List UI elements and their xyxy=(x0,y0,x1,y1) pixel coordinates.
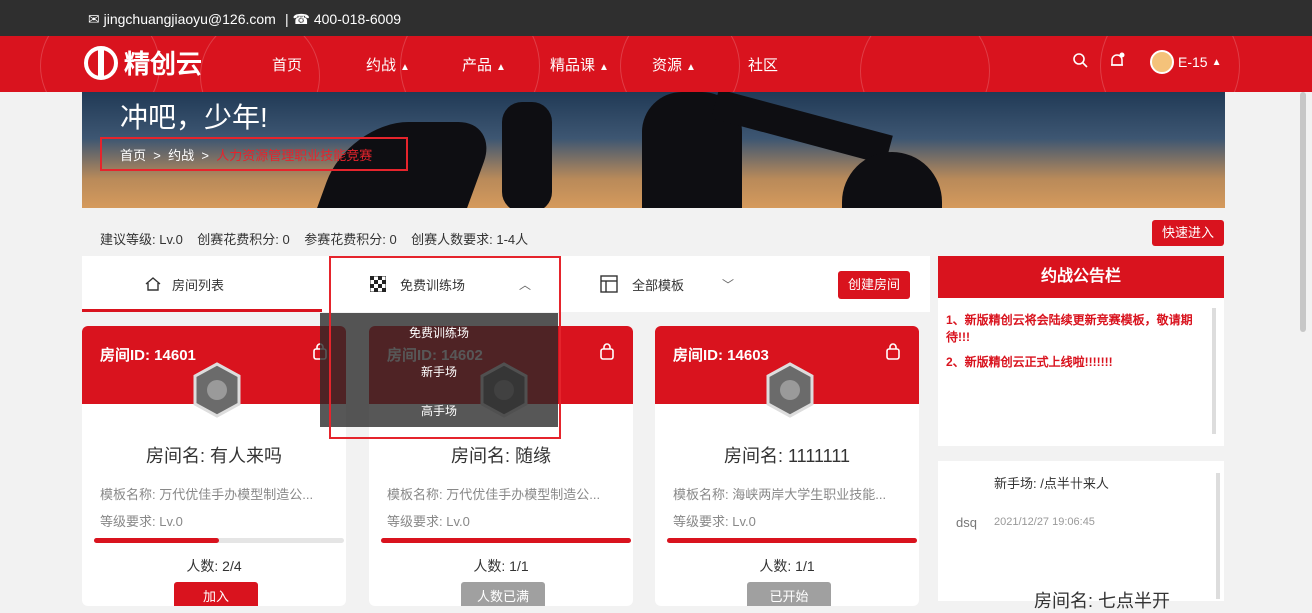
room-capacity-bar xyxy=(94,538,344,543)
brand-logo[interactable]: 精创云 xyxy=(84,44,202,81)
tab-all-templates[interactable]: 全部模板 ﹀ xyxy=(600,256,734,312)
phone-contact: | ☎ 400-018-6009 xyxy=(285,11,402,27)
active-tab-indicator xyxy=(82,309,322,312)
breadcrumb-battle[interactable]: 约战 xyxy=(168,148,194,163)
email-text: jingchuangjiaoyu@126.com xyxy=(103,11,276,27)
brand-name: 精创云 xyxy=(124,49,203,79)
tab-room-list-label: 房间列表 xyxy=(172,277,225,293)
room-id: 房间ID: 14603 xyxy=(673,347,769,364)
announcement-item: 2、新版精创云正式上线啦!!!!!!! xyxy=(946,355,1113,369)
user-menu[interactable]: E-15 ▲ xyxy=(1150,50,1221,74)
tab-all-templates-label: 全部模板 xyxy=(632,277,685,293)
room-capacity-fill xyxy=(381,538,631,543)
page-scrollbar[interactable] xyxy=(1300,92,1306,332)
nav-courses-label: 精品课 xyxy=(550,57,596,74)
room-full-button[interactable]: 人数已满 xyxy=(461,582,545,606)
banner-silhouette xyxy=(502,102,552,208)
home-icon xyxy=(145,277,161,291)
room-capacity-bar xyxy=(667,538,917,543)
info-join-cost: 参赛花费积分: 0 xyxy=(304,232,397,247)
room-level: 等级要求: Lv.0 xyxy=(100,514,183,529)
room-player-count: 人数: 1/1 xyxy=(473,558,529,574)
chevron-down-icon: ﹀ xyxy=(722,277,735,292)
lock-icon xyxy=(600,343,614,360)
breadcrumb: 首页 > 约战 > 人力资源管理职业技能竞赛 xyxy=(100,137,408,171)
banner-silhouette xyxy=(842,152,942,208)
room-name: 房间名: 有人来吗 xyxy=(145,446,282,466)
competition-info: 建议等级: Lv.0 创赛花费积分: 0 参赛花费积分: 0 创赛人数要求: 1… xyxy=(100,229,528,248)
nav-resources-label: 资源 xyxy=(652,57,683,74)
started-button[interactable]: 已开始 xyxy=(747,582,831,606)
breadcrumb-home[interactable]: 首页 xyxy=(120,148,146,163)
chat-room-name: 房间名: 七点半开 xyxy=(1034,591,1171,611)
logo-icon xyxy=(84,45,118,80)
chat-username: dsq xyxy=(956,515,977,530)
caret-up-icon: ▲ xyxy=(1211,56,1222,68)
nav-products[interactable]: 产品 ▲ xyxy=(462,54,506,75)
rank-badge-icon xyxy=(193,362,241,418)
room-template: 模板名称: 万代优佳手办模型制造公... xyxy=(100,487,314,502)
nav-community-label: 社区 xyxy=(748,57,779,74)
chat-room-title: 新手场: /点半卄来人 xyxy=(994,476,1109,491)
avatar xyxy=(1150,50,1174,74)
room-capacity-bar xyxy=(381,538,631,543)
caret-up-icon: ▲ xyxy=(599,62,609,73)
announcement-item: 1、新版精创云将会陆续更新竞赛模板，敬请期待!!! xyxy=(946,313,1193,344)
nav-home[interactable]: 首页 xyxy=(272,54,302,75)
nav-battle[interactable]: 约战 ▲ xyxy=(366,54,410,75)
main-nav: 精创云 首页 约战 ▲ 产品 ▲ 精品课 ▲ 资源 ▲ 社区 E-15 ▲ xyxy=(0,36,1312,92)
user-name: E-15 xyxy=(1178,54,1208,70)
room-level: 等级要求: Lv.0 xyxy=(387,514,470,529)
nav-pattern xyxy=(860,36,990,92)
breadcrumb-separator: > xyxy=(197,148,213,163)
info-players: 创赛人数要求: 1-4人 xyxy=(411,232,529,247)
chat-scrollbar[interactable] xyxy=(1216,473,1220,599)
bell-icon[interactable] xyxy=(1108,52,1126,74)
nav-home-label: 首页 xyxy=(272,57,303,74)
lock-icon xyxy=(886,343,900,360)
highlight-frame xyxy=(329,256,561,439)
room-template: 模板名称: 万代优佳手办模型制造公... xyxy=(387,487,601,502)
board-scrollbar[interactable] xyxy=(1212,308,1216,434)
layout-icon xyxy=(600,275,618,293)
search-icon[interactable] xyxy=(1072,52,1088,72)
join-button[interactable]: 加入 xyxy=(174,582,258,606)
nav-battle-label: 约战 xyxy=(366,57,397,74)
nav-resources[interactable]: 资源 ▲ xyxy=(652,54,696,75)
room-capacity-fill xyxy=(94,538,219,543)
nav-products-label: 产品 xyxy=(462,57,493,74)
chat-timestamp: 2021/12/27 19:06:45 xyxy=(994,516,1095,528)
rank-badge-icon xyxy=(766,362,814,418)
room-chat-panel: 新手场: /点半卄来人 dsq 2021/12/27 19:06:45 房间名:… xyxy=(938,461,1224,611)
room-capacity-fill xyxy=(667,538,917,543)
caret-up-icon: ▲ xyxy=(400,62,410,73)
phone-text: 400-018-6009 xyxy=(313,11,402,27)
breadcrumb-separator: > xyxy=(149,148,165,163)
room-name: 房间名: 随缘 xyxy=(450,446,551,466)
caret-up-icon: ▲ xyxy=(686,62,696,73)
room-card: 房间ID: 14601 房间名: 有人来吗 模板名称: 万代优佳手办模型制造公.… xyxy=(82,326,346,606)
room-player-count: 人数: 2/4 xyxy=(186,558,242,574)
board-title: 约战公告栏 xyxy=(938,256,1224,298)
nav-courses[interactable]: 精品课 ▲ xyxy=(550,54,609,75)
room-card: 房间ID: 14603 房间名: 1111111 模板名称: 海峡两岸大学生职业… xyxy=(655,326,919,606)
banner-slogan: 冲吧，少年! xyxy=(120,102,268,133)
tab-room-list[interactable]: 房间列表 xyxy=(144,256,224,312)
info-create-cost: 创赛花费积分: 0 xyxy=(197,232,290,247)
room-name: 房间名: 1111111 xyxy=(723,446,851,466)
room-template: 模板名称: 海峡两岸大学生职业技能... xyxy=(673,487,887,502)
create-room-button[interactable]: 创建房间 xyxy=(838,271,910,299)
email-contact: ✉ jingchuangjiaoyu@126.com xyxy=(88,11,276,27)
quick-enter-button[interactable]: 快速进入 xyxy=(1152,220,1224,246)
top-contact-bar: ✉ jingchuangjiaoyu@126.com | ☎ 400-018-6… xyxy=(0,0,1312,36)
announcement-board: 约战公告栏 1、新版精创云将会陆续更新竞赛模板，敬请期待!!! 2、新版精创云正… xyxy=(938,256,1224,446)
info-level: 建议等级: Lv.0 xyxy=(100,232,183,247)
breadcrumb-current: 人力资源管理职业技能竞赛 xyxy=(216,148,373,163)
room-id: 房间ID: 14601 xyxy=(100,347,196,364)
caret-up-icon: ▲ xyxy=(496,62,506,73)
room-level: 等级要求: Lv.0 xyxy=(673,514,756,529)
room-player-count: 人数: 1/1 xyxy=(759,558,815,574)
nav-community[interactable]: 社区 xyxy=(748,54,778,75)
